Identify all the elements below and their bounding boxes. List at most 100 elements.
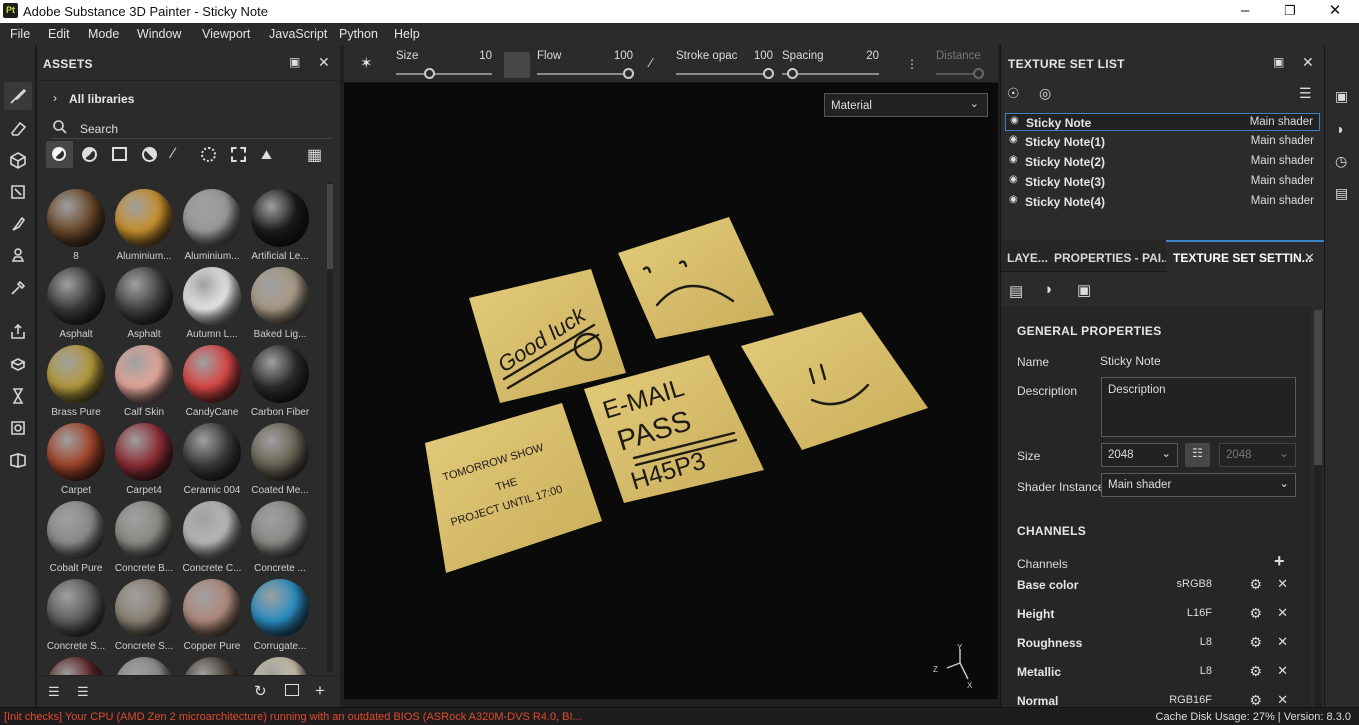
stroke-opacity-value[interactable]: 100	[744, 50, 773, 62]
menu-viewport[interactable]: Viewport	[202, 27, 250, 41]
asset-thumbnail[interactable]: Aluminium...	[110, 185, 178, 263]
asset-thumbnail[interactable]: Baked Lig...	[246, 263, 314, 341]
settings-scrollbar[interactable]	[1314, 310, 1322, 707]
undock-icon[interactable]: ▣	[1273, 55, 1284, 69]
brush-preset-icon[interactable]: ✶	[360, 54, 373, 72]
visibility-eye-icon[interactable]: ◉	[1009, 154, 1020, 165]
asset-thumbnail[interactable]: Calf Skin	[110, 341, 178, 419]
stroke-slider-track[interactable]	[676, 73, 773, 75]
log-icon[interactable]: ▤	[1335, 185, 1348, 202]
asset-thumbnail[interactable]: Concrete S...	[110, 575, 178, 653]
menu-window[interactable]: Window	[137, 27, 181, 41]
channel-row[interactable]: Roughness L8 ⚙ ✕	[1012, 629, 1296, 657]
stroke-slider-knob[interactable]	[763, 68, 774, 79]
remove-channel-icon[interactable]: ✕	[1277, 605, 1288, 621]
menu-edit[interactable]: Edit	[48, 27, 70, 41]
channel-format[interactable]: L16F	[1187, 607, 1212, 619]
asset-thumbnail[interactable]: Ceramic 004	[178, 419, 246, 497]
channel-row[interactable]: Height L16F ⚙ ✕	[1012, 600, 1296, 628]
gear-icon[interactable]: ⚙	[1249, 663, 1262, 680]
gear-icon[interactable]: ⚙	[1249, 634, 1262, 651]
asset-thumbnail[interactable]: CandyCane	[178, 341, 246, 419]
lock-icon[interactable]: ☷	[1185, 443, 1210, 467]
maximize-button[interactable]: ❐	[1267, 0, 1313, 23]
asset-thumbnail[interactable]: Corrugate...	[246, 575, 314, 653]
grid-view-icon[interactable]: ▦	[307, 145, 322, 165]
asset-thumbnail[interactable]: Asphalt	[42, 263, 110, 341]
status-message[interactable]: [Init checks] Your CPU (AMD Zen 2 microa…	[4, 711, 582, 723]
add-icon[interactable]: +	[315, 681, 325, 701]
bake-tool[interactable]	[4, 350, 32, 378]
visibility-eye-icon[interactable]: ◉	[1010, 115, 1021, 126]
texture-set-row[interactable]: ◉ Sticky Note(1) Main shader	[1005, 133, 1320, 151]
size-select[interactable]: 2048 ⌄	[1101, 443, 1178, 467]
viewport-3d[interactable]: Good luck E-MAIL PASS H45P3 TOMORROW SHO…	[344, 83, 998, 699]
library-selector[interactable]: All libraries	[69, 92, 134, 106]
assets-scrollbar[interactable]	[327, 182, 333, 672]
shader-instance-select[interactable]: Main shader ⌄	[1101, 473, 1296, 497]
menu-help[interactable]: Help	[394, 27, 420, 41]
gear-icon[interactable]: ⚙	[1249, 576, 1262, 593]
spacing-slider-knob[interactable]	[787, 68, 798, 79]
asset-thumbnail[interactable]: 8	[42, 185, 110, 263]
asset-thumbnail[interactable]: Aluminium...	[178, 185, 246, 263]
remove-channel-icon[interactable]: ✕	[1277, 576, 1288, 592]
channel-format[interactable]: RGB16F	[1169, 694, 1212, 706]
chevron-right-icon[interactable]: ›	[53, 91, 57, 105]
description-field[interactable]: Description	[1101, 377, 1296, 437]
menu-icon[interactable]: ☰	[1299, 85, 1312, 102]
name-value[interactable]: Sticky Note	[1100, 354, 1161, 368]
history-icon[interactable]: ◷	[1335, 153, 1347, 170]
history-tool[interactable]	[4, 382, 32, 410]
grid-filter-icon[interactable]	[231, 147, 246, 162]
channel-format[interactable]: L8	[1200, 665, 1212, 677]
uv-icon[interactable]: ▣	[1077, 281, 1091, 299]
color-picker-tool[interactable]	[4, 274, 32, 302]
close-window-button[interactable]: ✕	[1312, 0, 1358, 23]
refresh-icon[interactable]: ↻	[254, 682, 267, 700]
asset-thumbnail[interactable]: Concrete C...	[178, 497, 246, 575]
menu-javascript[interactable]: JavaScript	[269, 27, 327, 41]
filter-materials-button[interactable]	[46, 141, 73, 168]
settings-icon[interactable]: ▤	[1009, 282, 1023, 300]
filter-filter-icon[interactable]	[142, 147, 157, 162]
asset-thumbnail[interactable]: Coated Me...	[246, 419, 314, 497]
size-value[interactable]: 10	[464, 50, 492, 62]
asset-thumbnail[interactable]	[246, 653, 314, 675]
asset-thumbnail[interactable]	[42, 653, 110, 675]
channel-format[interactable]: L8	[1200, 636, 1212, 648]
texture-filter-icon[interactable]	[201, 147, 216, 162]
asset-thumbnail[interactable]: Brass Pure	[42, 341, 110, 419]
texture-set-row[interactable]: ◉ Sticky Note(4) Main shader	[1005, 193, 1320, 211]
flow-slider-knob[interactable]	[623, 68, 634, 79]
minimize-button[interactable]: –	[1222, 0, 1268, 23]
menu-python[interactable]: Python	[339, 27, 378, 41]
channel-row[interactable]: Base color sRGB8 ⚙ ✕	[1012, 571, 1296, 599]
eraser-tool[interactable]	[4, 114, 32, 142]
mask-filter-icon[interactable]	[112, 147, 127, 161]
paint-tool[interactable]	[4, 82, 32, 110]
export-tool[interactable]	[4, 318, 32, 346]
close-panel-icon[interactable]: ✕	[318, 54, 330, 71]
sort-icon[interactable]: ☰	[77, 684, 89, 700]
size-slider-track[interactable]	[396, 73, 492, 75]
flow-pressure-button[interactable]	[504, 52, 530, 78]
remove-channel-icon[interactable]: ✕	[1277, 634, 1288, 650]
asset-thumbnail[interactable]: Concrete ...	[246, 497, 314, 575]
menu-mode[interactable]: Mode	[88, 27, 119, 41]
visibility-eye-icon[interactable]: ◉	[1009, 134, 1020, 145]
asset-thumbnail[interactable]: Carpet4	[110, 419, 178, 497]
display-settings-tool[interactable]	[4, 414, 32, 442]
asset-thumbnail[interactable]: Concrete S...	[42, 575, 110, 653]
channel-row[interactable]: Metallic L8 ⚙ ✕	[1012, 658, 1296, 686]
sticky-note-sad-face[interactable]	[618, 217, 774, 339]
solo-visibility-icon[interactable]: ☉	[1007, 85, 1020, 102]
tab-texture-set-settings[interactable]: TEXTURE SET SETTIN... ✕	[1166, 240, 1325, 272]
eye-icon[interactable]: ◎	[1039, 85, 1051, 102]
filter-list-icon[interactable]: ☰	[48, 684, 60, 700]
texture-set-row[interactable]: ◉ Sticky Note Main shader	[1005, 113, 1320, 131]
add-channel-icon[interactable]: +	[1274, 551, 1285, 572]
remove-channel-icon[interactable]: ✕	[1277, 663, 1288, 679]
menu-file[interactable]: File	[10, 27, 30, 41]
flow-slider-track[interactable]	[537, 73, 633, 75]
